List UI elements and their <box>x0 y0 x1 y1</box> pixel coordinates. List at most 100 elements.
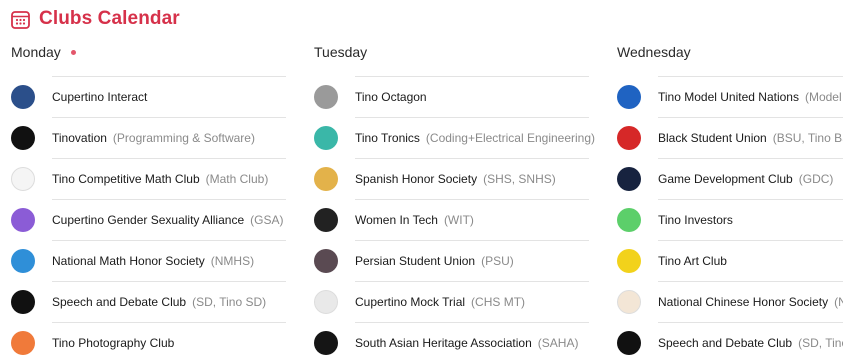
club-name: Tino Photography Club <box>52 335 175 350</box>
club-name: Speech and Debate Club <box>52 294 187 309</box>
club-name: Tino Competitive Math Club <box>52 171 200 186</box>
row-divider <box>658 281 843 282</box>
club-name: Speech and Debate Club <box>658 335 793 350</box>
club-alias: (SAHA) <box>537 335 579 350</box>
club-text: Tino Model United Nations (Model UN, <box>658 88 843 106</box>
calendar-icon <box>11 10 30 29</box>
club-logo-icon <box>314 84 338 109</box>
club-row[interactable]: Cupertino Mock Trial (CHS MT) <box>314 281 589 322</box>
club-name: Cupertino Gender Sexuality Alliance <box>52 212 245 227</box>
club-alias: (Math Club) <box>205 171 269 186</box>
row-divider <box>52 322 286 323</box>
club-alias: (Model UN, <box>804 89 843 104</box>
club-text: Spanish Honor Society (SHS, SNHS) <box>355 170 556 188</box>
club-list: Tino Octagon Tino Tronics (Coding+Electric… <box>314 76 595 363</box>
club-logo-icon <box>617 330 641 355</box>
row-divider <box>52 199 286 200</box>
club-logo-icon <box>617 248 641 273</box>
club-logo-icon <box>11 166 35 191</box>
club-row[interactable]: Tino Tronics (Coding+Electrical Engineeri… <box>314 117 595 158</box>
club-row[interactable]: Tino Octagon <box>314 76 589 117</box>
club-row[interactable]: Black Student Union (BSU, Tino BSU) <box>617 117 843 158</box>
row-divider <box>355 240 589 241</box>
club-row[interactable]: Game Development Club (GDC) <box>617 158 843 199</box>
club-row[interactable]: South Asian Heritage Association (SAHA) <box>314 322 589 363</box>
club-name: Tino Investors <box>658 212 733 227</box>
club-logo-icon <box>314 289 338 314</box>
club-text: Black Student Union (BSU, Tino BSU) <box>658 129 843 147</box>
club-name: Cupertino Interact <box>52 89 148 104</box>
club-name: Tino Tronics <box>355 130 420 145</box>
row-divider <box>658 240 843 241</box>
club-logo-icon <box>314 207 338 232</box>
club-logo-icon <box>11 330 35 355</box>
today-indicator <box>70 49 76 55</box>
club-row[interactable]: Tino Investors <box>617 199 843 240</box>
club-alias: (SHS, SNHS) <box>483 171 556 186</box>
row-divider <box>355 76 589 77</box>
row-divider <box>52 158 286 159</box>
club-alias: (GDC) <box>798 171 834 186</box>
club-text: Game Development Club (GDC) <box>658 170 833 188</box>
row-divider <box>52 76 286 77</box>
club-name: Tino Art Club <box>658 253 727 268</box>
club-text: National Math Honor Society (NMHS) <box>52 252 254 270</box>
club-logo-icon <box>617 125 641 150</box>
club-text: Cupertino Interact <box>52 88 147 106</box>
club-row[interactable]: Persian Student Union (PSU) <box>314 240 589 281</box>
club-name: Tinovation <box>52 130 107 145</box>
club-alias: (SD, Tino SD) <box>798 335 843 350</box>
club-name: Black Student Union <box>658 130 767 145</box>
row-divider <box>355 117 589 118</box>
page-title: Clubs Calendar <box>39 8 180 29</box>
club-logo-icon <box>314 248 338 273</box>
day-column-monday: Monday Cupertino Interact Tinovation (Prog… <box>11 40 286 363</box>
club-text: Cupertino Mock Trial (CHS MT) <box>355 293 525 311</box>
row-divider <box>658 199 843 200</box>
club-name: Persian Student Union <box>355 253 476 268</box>
club-text: Speech and Debate Club (SD, Tino SD) <box>658 334 843 352</box>
row-divider <box>658 76 843 77</box>
day-label: Tuesday <box>314 44 368 60</box>
club-logo-icon <box>617 84 641 109</box>
club-name: National Math Honor Society <box>52 253 205 268</box>
club-row[interactable]: Cupertino Interact <box>11 76 286 117</box>
row-divider <box>355 281 589 282</box>
club-row[interactable]: Speech and Debate Club (SD, Tino SD) <box>11 281 286 322</box>
club-row[interactable]: Tino Art Club <box>617 240 843 281</box>
club-alias: (PSU) <box>481 253 514 268</box>
day-label: Monday <box>11 44 61 60</box>
club-name: Tino Octagon <box>355 89 427 104</box>
club-row[interactable]: Tino Competitive Math Club (Math Club) <box>11 158 286 199</box>
club-alias: (WIT) <box>443 212 474 227</box>
row-divider <box>52 240 286 241</box>
club-logo-icon <box>11 248 35 273</box>
club-name: Tino Model United Nations <box>658 89 799 104</box>
day-header: Monday <box>11 40 286 64</box>
club-name: Spanish Honor Society <box>355 171 478 186</box>
club-row[interactable]: Spanish Honor Society (SHS, SNHS) <box>314 158 589 199</box>
club-name: National Chinese Honor Society <box>658 294 829 309</box>
club-row[interactable]: Women In Tech (WIT) <box>314 199 589 240</box>
club-text: Speech and Debate Club (SD, Tino SD) <box>52 293 266 311</box>
club-row[interactable]: Cupertino Gender Sexuality Alliance (GSA) <box>11 199 286 240</box>
club-logo-icon <box>617 207 641 232</box>
club-text: Tino Art Club <box>658 252 727 270</box>
club-row[interactable]: Tino Model United Nations (Model UN, <box>617 76 843 117</box>
club-alias: (NCHS <box>834 294 843 309</box>
club-alias: (CHS MT) <box>471 294 526 309</box>
club-text: Tino Competitive Math Club (Math Club) <box>52 170 268 188</box>
club-text: Tino Tronics (Coding+Electrical Engineeri… <box>355 129 595 147</box>
row-divider <box>355 158 589 159</box>
club-alias: (GSA) <box>250 212 284 227</box>
club-row[interactable]: Tinovation (Programming & Software) <box>11 117 286 158</box>
club-name: Cupertino Mock Trial <box>355 294 466 309</box>
club-text: South Asian Heritage Association (SAHA) <box>355 334 578 352</box>
club-row[interactable]: Speech and Debate Club (SD, Tino SD) <box>617 322 843 363</box>
club-row[interactable]: National Math Honor Society (NMHS) <box>11 240 286 281</box>
day-header: Wednesday <box>617 40 843 64</box>
club-row[interactable]: Tino Photography Club <box>11 322 286 363</box>
row-divider <box>355 199 589 200</box>
club-row[interactable]: National Chinese Honor Society (NCHS <box>617 281 843 322</box>
club-logo-icon <box>11 289 35 314</box>
